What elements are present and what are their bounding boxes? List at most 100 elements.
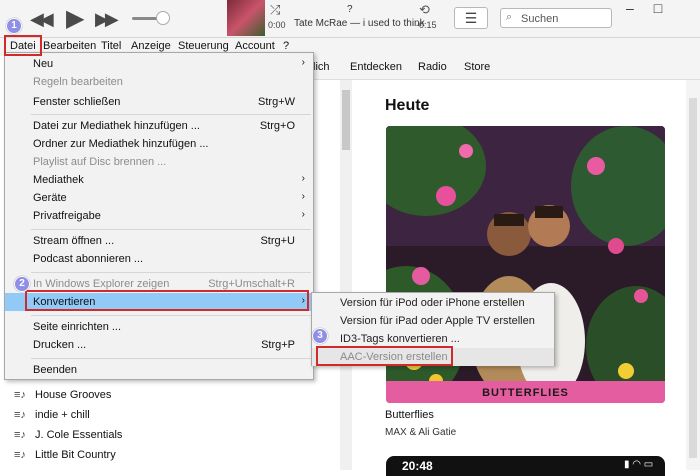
now-playing-artwork[interactable] <box>227 0 265 36</box>
submenu-item-ipad-version[interactable]: Version für iPad oder Apple TV erstellen <box>312 312 554 330</box>
menu-item-drucken[interactable]: Drucken ... Strg+P <box>5 336 313 354</box>
rewind-icon[interactable]: ◀◀ <box>30 9 54 30</box>
playlist-item[interactable]: ≡♪ Little Bit Country <box>14 449 116 461</box>
menu-item-label: In Windows Explorer zeigen <box>33 278 170 290</box>
menu-separator <box>31 272 311 273</box>
menu-bearbeiten[interactable]: Bearbeiten <box>43 40 96 52</box>
menu-item-shortcut: Strg+U <box>260 235 295 247</box>
step-badge-2: 2 <box>14 276 30 292</box>
track-status: ? <box>347 4 353 15</box>
playlist-label: Little Bit Country <box>35 449 116 461</box>
playlist-label: House Grooves <box>35 389 112 401</box>
menu-titel[interactable]: Titel <box>101 40 121 52</box>
tab-radio[interactable]: Radio <box>418 61 447 73</box>
highlight-datei-menu <box>4 35 42 56</box>
wifi-battery-icon: ▮ ◠ ▭ <box>624 459 654 470</box>
submenu-arrow-icon: › <box>301 173 305 184</box>
menu-help[interactable]: ? <box>283 40 289 52</box>
highlight-konvertieren <box>25 290 309 311</box>
menu-item-label: Mediathek <box>33 174 84 186</box>
menu-item-label: Stream öffnen ... <box>33 235 115 247</box>
menu-item-datei-hinzufuegen[interactable]: Datei zur Mediathek hinzufügen ... Strg+O <box>5 117 313 135</box>
submenu-item-label: Version für iPod oder iPhone erstellen <box>340 297 525 309</box>
submenu-item-ipod-version[interactable]: Version für iPod oder iPhone erstellen <box>312 294 554 312</box>
menu-item-privatfreigabe[interactable]: Privatfreigabe › <box>5 207 313 225</box>
file-menu: Neu › Regeln bearbeiten Fenster schließen… <box>4 52 314 380</box>
now-playing-text: Tate McRae — i used to think <box>294 18 425 29</box>
playlist-icon: ≡♪ <box>14 389 26 401</box>
menu-item-mediathek[interactable]: Mediathek › <box>5 171 313 189</box>
playlist-item[interactable]: ≡♪ House Grooves <box>14 389 111 401</box>
search-input[interactable] <box>521 11 609 26</box>
menu-item-shortcut: Strg+P <box>261 339 295 351</box>
player-toolbar: ◀◀ ▶ ▶▶ ⤮ 0:00 ? Tate McRae — i used to … <box>0 0 700 38</box>
repeat-icon[interactable]: ⟲ <box>419 2 430 18</box>
nav-tabs: lich Entdecken Radio Store <box>300 56 700 80</box>
playlist-icon: ≡♪ <box>14 429 26 441</box>
sidebar-scroll-thumb[interactable] <box>342 90 350 150</box>
section-title: Heute <box>385 97 430 114</box>
tab-entdecken[interactable]: Entdecken <box>350 61 402 73</box>
highlight-aac-version <box>316 346 453 366</box>
main-scrollbar[interactable] <box>686 80 700 470</box>
menu-item-shortcut: Strg+Umschalt+R <box>208 278 295 290</box>
menu-item-label: Podcast abonnieren ... <box>33 253 144 265</box>
playlist-icon: ≡♪ <box>14 449 26 461</box>
menu-item-label: Drucken ... <box>33 339 87 351</box>
menu-item-shortcut: Strg+O <box>259 120 295 132</box>
menu-separator <box>31 114 311 115</box>
playlist-item[interactable]: ≡♪ indie + chill <box>14 409 90 421</box>
step-badge-3: 3 <box>312 328 328 344</box>
tab-store[interactable]: Store <box>464 61 490 73</box>
menu-item-geraete[interactable]: Geräte › <box>5 189 313 207</box>
menu-item-label: Privatfreigabe <box>33 210 101 222</box>
playlist-icon: ≡♪ <box>14 409 26 421</box>
sidebar-scrollbar[interactable] <box>340 80 352 470</box>
menu-item-ordner-hinzufuegen[interactable]: Ordner zur Mediathek hinzufügen ... <box>5 135 313 153</box>
menu-item-label: Ordner zur Mediathek hinzufügen ... <box>33 138 209 150</box>
playlist-label: indie + chill <box>35 409 90 421</box>
menu-item-shortcut: Strg+W <box>258 96 295 108</box>
album-title[interactable]: Butterflies <box>385 409 434 421</box>
menu-item-label: Fenster schließen <box>33 96 121 108</box>
list-icon: ☰ <box>464 10 478 26</box>
menu-item-regeln-bearbeiten: Regeln bearbeiten <box>5 73 313 91</box>
menu-steuerung[interactable]: Steuerung <box>178 40 229 52</box>
shuffle-icon[interactable]: ⤮ <box>270 2 280 18</box>
step-badge-1: 1 <box>6 18 22 34</box>
menu-item-label: Playlist auf Disc brennen ... <box>33 156 167 168</box>
menu-separator <box>31 229 311 230</box>
remaining-time: -0:15 <box>416 20 437 30</box>
play-icon[interactable]: ▶ <box>66 4 84 33</box>
menu-item-playlist-brennen: Playlist auf Disc brennen ... <box>5 153 313 171</box>
menu-item-stream-oeffnen[interactable]: Stream öffnen ... Strg+U <box>5 232 313 250</box>
menu-item-beenden[interactable]: Beenden <box>5 361 313 379</box>
menu-item-neu[interactable]: Neu › <box>5 55 313 73</box>
menu-separator <box>31 358 311 359</box>
search-box[interactable]: ⌕ <box>500 8 612 28</box>
submenu-arrow-icon: › <box>301 57 305 68</box>
window-controls[interactable]: –□ <box>626 0 682 16</box>
album-artist[interactable]: MAX & Ali Gatie <box>385 427 456 438</box>
tab-mediathek[interactable]: lich <box>313 61 330 73</box>
menu-item-seite-einrichten[interactable]: Seite einrichten ... <box>5 318 313 336</box>
phone-time: 20:48 <box>402 459 433 473</box>
search-icon: ⌕ <box>506 11 513 23</box>
playlist-item[interactable]: ≡♪ J. Cole Essentials <box>14 429 122 441</box>
submenu-arrow-icon: › <box>301 209 305 220</box>
playlist-label: J. Cole Essentials <box>35 429 123 441</box>
submenu-item-label: Version für iPad oder Apple TV erstellen <box>340 315 535 327</box>
menu-item-label: Regeln bearbeiten <box>33 76 123 88</box>
menu-item-podcast-abonnieren[interactable]: Podcast abonnieren ... <box>5 250 313 268</box>
submenu-arrow-icon: › <box>301 191 305 202</box>
menu-item-fenster-schliessen[interactable]: Fenster schließen Strg+W <box>5 93 313 111</box>
menu-item-label: Geräte <box>33 192 67 204</box>
main-scroll-thumb[interactable] <box>689 98 697 458</box>
menu-anzeige[interactable]: Anzeige <box>131 40 171 52</box>
volume-knob[interactable] <box>156 11 170 25</box>
up-next-button[interactable]: ☰ <box>454 7 488 29</box>
menu-item-label: Datei zur Mediathek hinzufügen ... <box>33 120 200 132</box>
fast-forward-icon[interactable]: ▶▶ <box>95 9 119 30</box>
album-cover-text: BUTTERFLIES <box>482 387 569 399</box>
menu-account[interactable]: Account <box>235 40 275 52</box>
